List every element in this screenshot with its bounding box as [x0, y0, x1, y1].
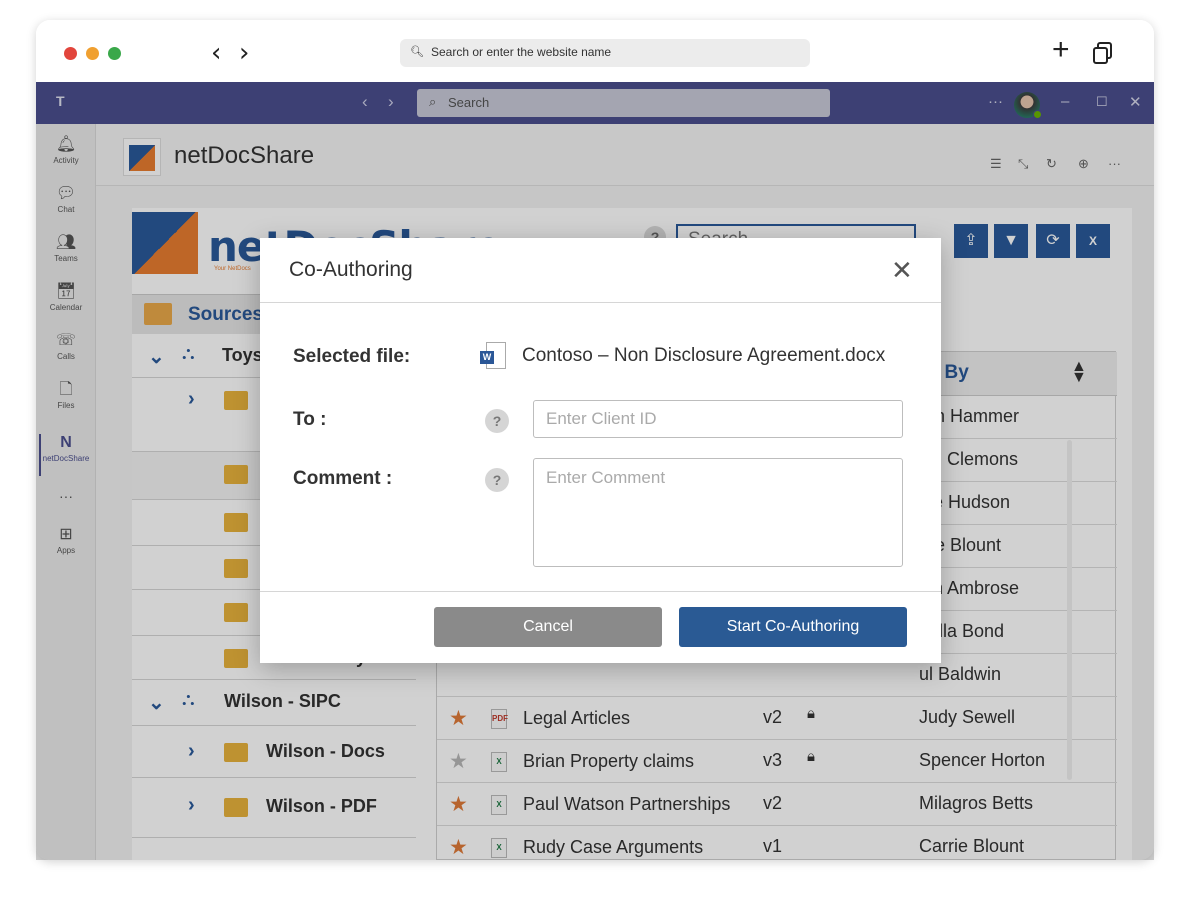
selected-file-name: Contoso – Non Disclosure Agreement.docx: [522, 345, 886, 366]
divider: [260, 302, 941, 303]
cancel-button[interactable]: Cancel: [434, 607, 662, 647]
to-label: To :: [293, 409, 327, 430]
selected-file-label: Selected file:: [293, 346, 411, 367]
address-placeholder: Search or enter the website name: [431, 45, 612, 59]
back-icon[interactable]: ‹: [211, 38, 221, 68]
comment-label: Comment :: [293, 468, 393, 489]
comment-textarea[interactable]: [533, 458, 903, 567]
new-tab-icon[interactable]: +: [1052, 35, 1070, 65]
word-file-icon: W: [480, 342, 508, 370]
co-authoring-dialog: Co-Authoring ✕ Selected file: W Contoso …: [260, 238, 941, 663]
minimize-window-button[interactable]: [86, 47, 99, 60]
forward-icon[interactable]: ›: [239, 38, 249, 68]
tabs-overview-icon[interactable]: [1093, 42, 1113, 64]
dialog-title: Co-Authoring: [289, 258, 413, 281]
close-window-button[interactable]: [64, 47, 77, 60]
browser-toolbar: ‹ › 🔍︎ Search or enter the website name …: [36, 20, 1154, 82]
help-icon[interactable]: ?: [485, 409, 509, 433]
maximize-window-button[interactable]: [108, 47, 121, 60]
client-id-input[interactable]: [533, 400, 903, 438]
scrollbar[interactable]: [1067, 440, 1072, 780]
help-icon[interactable]: ?: [485, 468, 509, 492]
search-icon: 🔍︎: [410, 46, 424, 58]
address-bar[interactable]: 🔍︎ Search or enter the website name: [400, 39, 810, 67]
start-co-authoring-button[interactable]: Start Co-Authoring: [679, 607, 907, 647]
close-icon[interactable]: ✕: [891, 257, 913, 283]
divider: [260, 591, 941, 592]
